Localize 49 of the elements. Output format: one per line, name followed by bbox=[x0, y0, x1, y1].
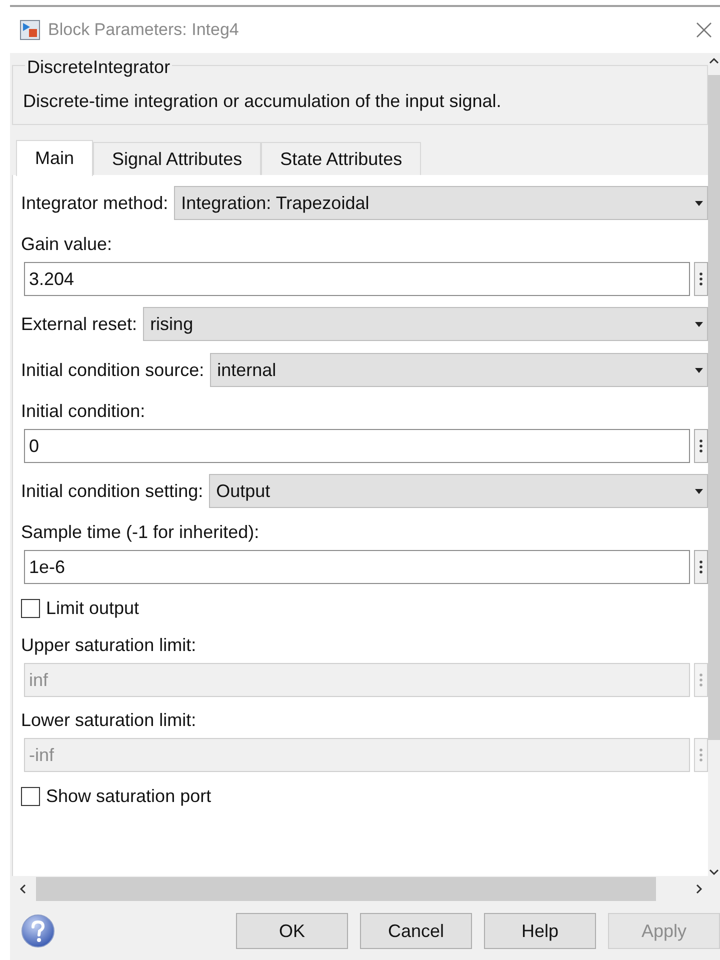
app-icon bbox=[20, 20, 40, 40]
tab[interactable]: Main bbox=[16, 140, 94, 176]
vertical-dots-icon bbox=[699, 748, 703, 762]
field-label: Sample time (-1 for inherited): bbox=[21, 521, 260, 544]
more-options-button[interactable] bbox=[694, 429, 708, 463]
more-options-button[interactable] bbox=[694, 550, 708, 584]
more-options-button[interactable] bbox=[694, 262, 708, 296]
vertical-dots-icon bbox=[699, 560, 703, 574]
dialog-button[interactable]: Help bbox=[484, 913, 596, 949]
vertical-dots-icon bbox=[699, 272, 703, 286]
field-label: Initial condition setting: bbox=[21, 480, 204, 503]
tab[interactable]: Signal Attributes bbox=[93, 142, 262, 175]
dropdown-arrow-icon bbox=[695, 488, 703, 494]
scroll-right-icon[interactable] bbox=[694, 883, 704, 895]
checkbox[interactable] bbox=[21, 786, 40, 806]
window-title: Block Parameters: Integ4 bbox=[48, 19, 240, 42]
scroll-up-icon[interactable] bbox=[709, 57, 719, 65]
block-description: Discrete-time integration or accumulation of the input signal. bbox=[23, 90, 502, 113]
field-label: Integrator method: bbox=[21, 192, 168, 215]
field-label: Initial condition: bbox=[21, 400, 146, 423]
field-label: Lower saturation limit: bbox=[21, 709, 196, 732]
dialog-button[interactable]: OK bbox=[236, 913, 348, 949]
checkbox[interactable] bbox=[21, 598, 40, 618]
scrollbar-thumb[interactable] bbox=[36, 877, 656, 901]
dialog-button[interactable]: Cancel bbox=[360, 913, 472, 949]
scroll-left-icon[interactable] bbox=[18, 883, 28, 895]
dropdown-arrow-icon bbox=[695, 322, 703, 326]
text-field[interactable]: 3.204 bbox=[24, 262, 690, 296]
help-icon[interactable] bbox=[20, 913, 56, 949]
close-icon[interactable] bbox=[696, 22, 712, 38]
scroll-down-icon[interactable] bbox=[709, 868, 719, 876]
dropdown[interactable]: Output bbox=[209, 474, 708, 508]
checkbox-option[interactable]: Limit output bbox=[21, 594, 140, 622]
dropdown-arrow-icon bbox=[695, 200, 703, 206]
dropdown[interactable]: Integration: Trapezoidal bbox=[174, 186, 708, 220]
field-label: Upper saturation limit: bbox=[21, 634, 196, 657]
vertical-dots-icon bbox=[699, 439, 703, 453]
field-label: Gain value: bbox=[21, 233, 112, 256]
checkbox-option[interactable]: Show saturation port bbox=[21, 782, 212, 810]
scrollbar-thumb[interactable] bbox=[708, 75, 720, 740]
dropdown[interactable]: rising bbox=[143, 307, 708, 341]
dropdown-arrow-icon bbox=[695, 368, 703, 372]
text-field[interactable]: 1e-6 bbox=[24, 550, 690, 584]
field-label: Initial condition source: bbox=[21, 358, 204, 382]
text-field[interactable]: 0 bbox=[24, 429, 690, 463]
vertical-dots-icon bbox=[699, 673, 703, 687]
field-label: External reset: bbox=[21, 312, 138, 336]
dropdown[interactable]: internal bbox=[210, 353, 708, 387]
tab[interactable]: State Attributes bbox=[261, 142, 422, 175]
